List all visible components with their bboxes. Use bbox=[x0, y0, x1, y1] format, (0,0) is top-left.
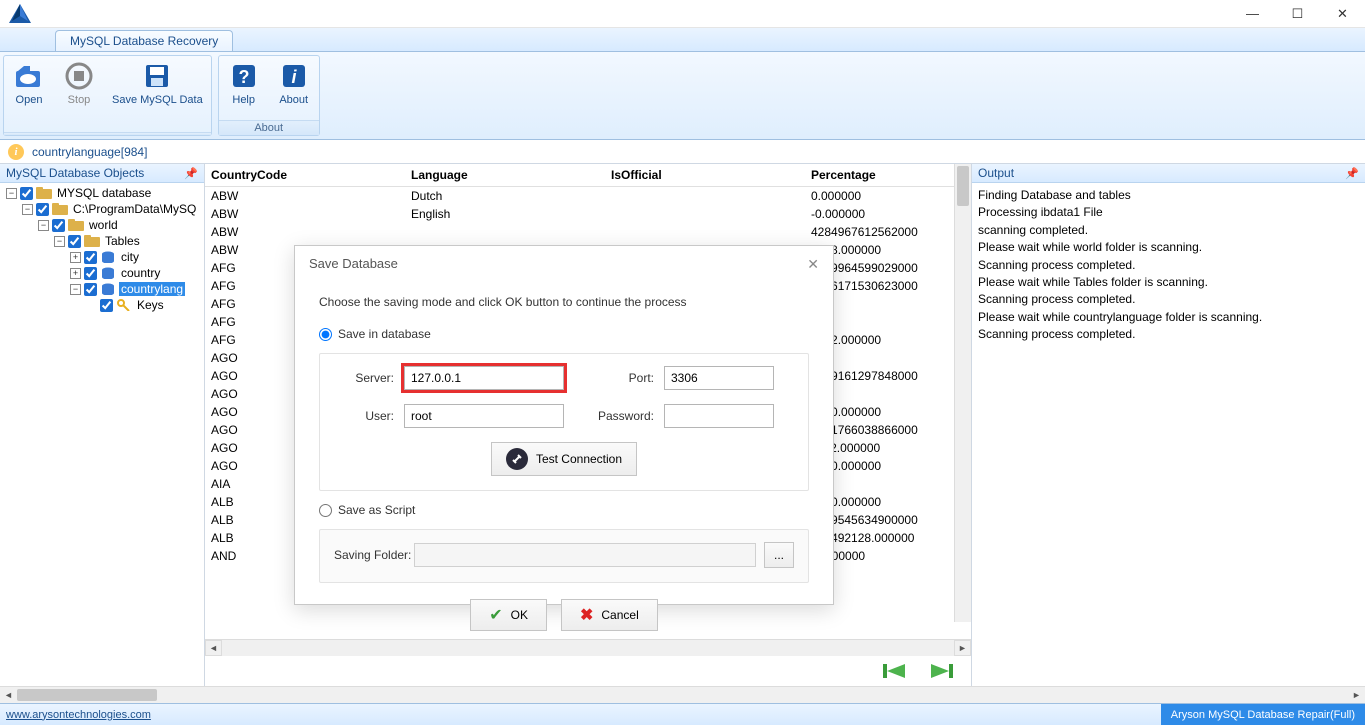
tree-node-countrylang[interactable]: −countrylang bbox=[0, 281, 204, 297]
status-product: Aryson MySQL Database Repair(Full) bbox=[1161, 704, 1365, 725]
cross-icon: ✖ bbox=[580, 605, 593, 625]
pin-icon[interactable]: 📌 bbox=[1345, 167, 1359, 180]
user-input[interactable] bbox=[404, 404, 564, 428]
tree-node-path[interactable]: −C:\ProgramData\MySQ bbox=[0, 201, 204, 217]
browse-button[interactable]: ... bbox=[764, 542, 794, 568]
breadcrumb: i countrylanguage[984] bbox=[0, 140, 1365, 164]
dialog-close-button[interactable]: ✕ bbox=[807, 256, 819, 273]
check-icon: ✔ bbox=[489, 605, 502, 625]
scroll-right-icon[interactable]: ► bbox=[1348, 687, 1365, 703]
vertical-scrollbar[interactable] bbox=[954, 164, 971, 622]
save-button[interactable]: Save MySQL Data bbox=[104, 56, 211, 132]
tree-node-country[interactable]: +country bbox=[0, 265, 204, 281]
open-button[interactable]: Open bbox=[4, 56, 54, 132]
output-line: Finding Database and tables bbox=[978, 187, 1359, 204]
help-icon: ? bbox=[228, 60, 260, 92]
tree-node-tables[interactable]: −Tables bbox=[0, 233, 204, 249]
cancel-button[interactable]: ✖ Cancel bbox=[561, 599, 658, 631]
titlebar: — ☐ ✕ bbox=[0, 0, 1365, 28]
tab-recovery[interactable]: MySQL Database Recovery bbox=[55, 30, 233, 51]
object-tree[interactable]: −MYSQL database −C:\ProgramData\MySQ −wo… bbox=[0, 183, 204, 686]
svg-text:?: ? bbox=[238, 67, 249, 87]
horizontal-scrollbar[interactable]: ◄ ► bbox=[205, 639, 971, 656]
about-button[interactable]: i About bbox=[269, 56, 319, 120]
info-icon: i bbox=[8, 144, 24, 160]
save-icon bbox=[141, 60, 173, 92]
table-row[interactable]: ABW4284967612562000 bbox=[205, 223, 971, 241]
output-panel: Output 📌 Finding Database and tablesProc… bbox=[972, 164, 1365, 686]
password-label: Password: bbox=[584, 409, 664, 423]
scroll-left-icon[interactable]: ◄ bbox=[205, 640, 222, 656]
ok-button[interactable]: ✔ OK bbox=[470, 599, 547, 631]
ribbon: Open Stop Save MySQL Data ? Help i About bbox=[0, 52, 1365, 140]
close-window-button[interactable]: ✕ bbox=[1320, 0, 1365, 28]
ribbon-group-label-1 bbox=[4, 132, 211, 135]
output-line: Scanning process completed. bbox=[978, 291, 1359, 308]
ribbon-group-label-2: About bbox=[219, 120, 319, 135]
help-button[interactable]: ? Help bbox=[219, 56, 269, 120]
maximize-button[interactable]: ☐ bbox=[1275, 0, 1320, 28]
dialog-title: Save Database bbox=[309, 256, 398, 273]
stop-icon bbox=[63, 60, 95, 92]
test-connection-button[interactable]: Test Connection bbox=[491, 442, 637, 476]
tree-node-root[interactable]: −MYSQL database bbox=[0, 185, 204, 201]
next-page-button[interactable] bbox=[928, 661, 956, 681]
scroll-right-icon[interactable]: ► bbox=[954, 640, 971, 656]
prev-page-button[interactable] bbox=[880, 661, 908, 681]
objects-panel: MySQL Database Objects 📌 −MYSQL database… bbox=[0, 164, 205, 686]
scroll-left-icon[interactable]: ◄ bbox=[0, 687, 17, 703]
save-database-dialog: Save Database ✕ Choose the saving mode a… bbox=[294, 245, 834, 605]
table-row[interactable]: ABWDutch0.000000 bbox=[205, 187, 971, 206]
window-horizontal-scrollbar[interactable]: ◄ ► bbox=[0, 686, 1365, 703]
table-row[interactable]: ABWEnglish-0.000000 bbox=[205, 205, 971, 223]
vendor-link[interactable]: www.arysontechnologies.com bbox=[0, 709, 151, 721]
server-label: Server: bbox=[334, 371, 404, 385]
output-line: Scanning process completed. bbox=[978, 257, 1359, 274]
breadcrumb-text: countrylanguage[984] bbox=[32, 145, 147, 159]
save-in-db-radio[interactable]: Save in database bbox=[319, 327, 809, 341]
port-input[interactable] bbox=[664, 366, 774, 390]
output-line: Processing ibdata1 File bbox=[978, 204, 1359, 221]
user-label: User: bbox=[334, 409, 404, 423]
output-log: Finding Database and tablesProcessing ib… bbox=[972, 183, 1365, 686]
table-header-row: CountryCodeLanguageIsOfficialPercentage bbox=[205, 164, 971, 187]
minimize-button[interactable]: — bbox=[1230, 0, 1275, 28]
objects-panel-header: MySQL Database Objects 📌 bbox=[0, 164, 204, 183]
tab-strip: MySQL Database Recovery bbox=[0, 28, 1365, 52]
tree-node-world[interactable]: −world bbox=[0, 217, 204, 233]
output-line: Please wait while Tables folder is scann… bbox=[978, 274, 1359, 291]
server-input[interactable] bbox=[404, 366, 564, 390]
password-input[interactable] bbox=[664, 404, 774, 428]
saving-folder-input bbox=[414, 543, 756, 567]
link-icon bbox=[506, 448, 528, 470]
output-line: Scanning process completed. bbox=[978, 326, 1359, 343]
about-icon: i bbox=[278, 60, 310, 92]
output-line: scanning completed. bbox=[978, 222, 1359, 239]
save-as-script-radio[interactable]: Save as Script bbox=[319, 503, 809, 517]
port-label: Port: bbox=[584, 371, 664, 385]
tree-node-city[interactable]: +city bbox=[0, 249, 204, 265]
saving-folder-label: Saving Folder: bbox=[334, 548, 414, 562]
tree-node-keys[interactable]: Keys bbox=[0, 297, 204, 313]
output-line: Please wait while countrylanguage folder… bbox=[978, 309, 1359, 326]
status-bar: www.arysontechnologies.com Aryson MySQL … bbox=[0, 703, 1365, 725]
dialog-instruction: Choose the saving mode and click OK butt… bbox=[319, 295, 809, 309]
output-panel-header: Output 📌 bbox=[972, 164, 1365, 183]
open-icon bbox=[13, 60, 45, 92]
stop-button[interactable]: Stop bbox=[54, 56, 104, 132]
output-line: Please wait while world folder is scanni… bbox=[978, 239, 1359, 256]
pin-icon[interactable]: 📌 bbox=[184, 167, 198, 180]
app-logo-icon bbox=[0, 3, 40, 25]
